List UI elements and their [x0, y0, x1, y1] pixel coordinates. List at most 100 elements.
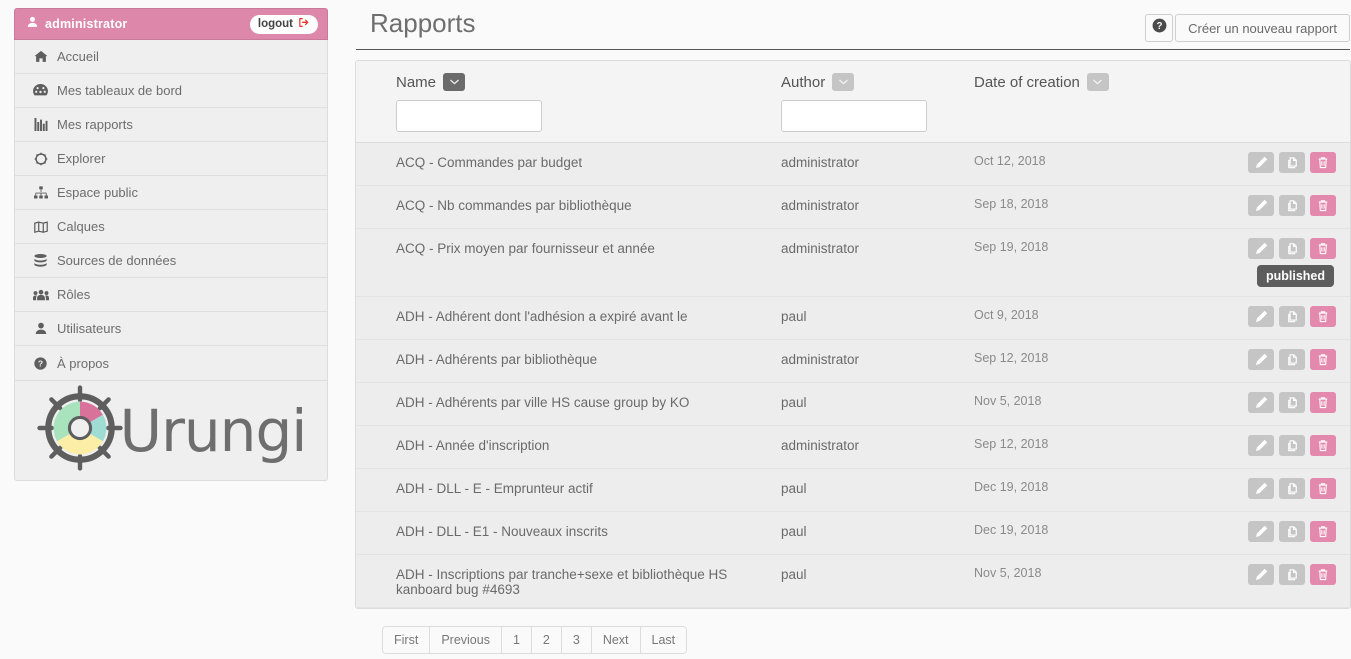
copy-icon: [1286, 156, 1299, 169]
sidebar-item-roles[interactable]: Rôles: [15, 278, 327, 312]
sort-button-name[interactable]: [443, 73, 466, 91]
pagination-page-2[interactable]: 2: [531, 627, 562, 653]
sidebar: administrator logout Accueil Mes tableau…: [14, 8, 328, 481]
edit-button[interactable]: [1248, 306, 1274, 327]
sidebar-item-label: Calques: [57, 219, 105, 234]
delete-button[interactable]: [1310, 152, 1336, 173]
trash-icon: [1317, 353, 1329, 366]
row-actions: [1248, 152, 1336, 173]
duplicate-button[interactable]: [1279, 238, 1305, 259]
cell-date-of-creation: Nov 5, 2018: [974, 394, 1042, 408]
table-row[interactable]: ADH - DLL - E - Emprunteur actif paul Dec …: [356, 469, 1350, 512]
cell-date-of-creation: Dec 19, 2018: [974, 480, 1049, 494]
logo-text: Urungi: [119, 396, 308, 465]
edit-button[interactable]: [1248, 349, 1274, 370]
table-row[interactable]: ACQ - Nb commandes par bibliothèque admin…: [356, 186, 1350, 229]
delete-button[interactable]: [1310, 435, 1336, 456]
sidebar-item-espace-public[interactable]: Espace public: [15, 176, 327, 210]
sidebar-item-label: Sources de données: [57, 253, 177, 268]
main-content: Rapports ? Créer un nouveau rapport Name: [355, 0, 1351, 659]
sidebar-item-utilisateurs[interactable]: Utilisateurs: [15, 312, 327, 346]
pagination-next[interactable]: Next: [591, 627, 641, 653]
edit-button[interactable]: [1248, 435, 1274, 456]
table-row[interactable]: ADH - Adhérents par ville HS cause group…: [356, 383, 1350, 426]
logout-button[interactable]: logout: [249, 14, 318, 34]
sidebar-item-accueil[interactable]: Accueil: [15, 40, 327, 74]
pagination-last[interactable]: Last: [640, 627, 687, 653]
edit-button[interactable]: [1248, 521, 1274, 542]
table-row[interactable]: ADH - Adhérents par bibliothèque administ…: [356, 340, 1350, 383]
pencil-icon: [1255, 482, 1268, 495]
column-label-date-of-creation: Date of creation: [974, 73, 1080, 91]
duplicate-button[interactable]: [1279, 152, 1305, 173]
table-row[interactable]: ACQ - Commandes par budget administrator O…: [356, 143, 1350, 186]
delete-button[interactable]: [1310, 521, 1336, 542]
trash-icon: [1317, 199, 1329, 212]
sort-button-author[interactable]: [832, 73, 855, 91]
duplicate-button[interactable]: [1279, 306, 1305, 327]
database-icon: [32, 253, 49, 268]
cell-report-name[interactable]: ADH - Inscriptions par tranche+sexe et b…: [396, 567, 756, 597]
question-circle-icon: ?: [1152, 18, 1167, 38]
sidebar-item-sources-de-donnees[interactable]: Sources de données: [15, 244, 327, 278]
delete-button[interactable]: [1310, 392, 1336, 413]
delete-button[interactable]: [1310, 306, 1336, 327]
edit-button[interactable]: [1248, 392, 1274, 413]
trash-icon: [1317, 310, 1329, 323]
sidebar-item-mes-tableaux-de-bord[interactable]: Mes tableaux de bord: [15, 74, 327, 108]
edit-button[interactable]: [1248, 238, 1274, 259]
create-report-button[interactable]: Créer un nouveau rapport: [1175, 14, 1350, 42]
table-row[interactable]: ADH - Année d'inscription administrator Se…: [356, 426, 1350, 469]
dashboard-icon: [32, 84, 49, 97]
sidebar-item-calques[interactable]: Calques: [15, 210, 327, 244]
duplicate-button[interactable]: [1279, 195, 1305, 216]
pagination-page-1[interactable]: 1: [501, 627, 532, 653]
pagination-first[interactable]: First: [383, 627, 431, 653]
delete-button[interactable]: [1310, 238, 1336, 259]
edit-button[interactable]: [1248, 478, 1274, 499]
cell-report-name[interactable]: ADH - Adhérents par bibliothèque: [396, 352, 756, 367]
copy-icon: [1286, 242, 1299, 255]
table-row[interactable]: ACQ - Prix moyen par fournisseur et anné…: [356, 229, 1350, 297]
sort-button-date-of-creation[interactable]: [1086, 73, 1109, 91]
delete-button[interactable]: [1310, 349, 1336, 370]
cell-report-name[interactable]: ACQ - Prix moyen par fournisseur et anné…: [396, 241, 756, 256]
duplicate-button[interactable]: [1279, 521, 1305, 542]
cell-author: paul: [781, 481, 807, 496]
cell-report-name[interactable]: ADH - Adhérents par ville HS cause group…: [396, 395, 756, 410]
edit-button[interactable]: [1248, 564, 1274, 585]
pagination-page-3[interactable]: 3: [561, 627, 592, 653]
delete-button[interactable]: [1310, 478, 1336, 499]
sidebar-item-a-propos[interactable]: ? À propos: [15, 346, 327, 380]
duplicate-button[interactable]: [1279, 435, 1305, 456]
delete-button[interactable]: [1310, 195, 1336, 216]
edit-button[interactable]: [1248, 152, 1274, 173]
cell-report-name[interactable]: ADH - DLL - E - Emprunteur actif: [396, 481, 756, 496]
table-row[interactable]: ADH - DLL - E1 - Nouveaux inscrits paul De…: [356, 512, 1350, 555]
cell-report-name[interactable]: ADH - Année d'inscription: [396, 438, 756, 453]
edit-button[interactable]: [1248, 195, 1274, 216]
author-filter-input[interactable]: [781, 100, 927, 132]
duplicate-button[interactable]: [1279, 349, 1305, 370]
table-row[interactable]: ADH - Adhérent dont l'adhésion a expiré …: [356, 297, 1350, 340]
duplicate-button[interactable]: [1279, 478, 1305, 499]
header-actions: ? Créer un nouveau rapport: [1145, 9, 1350, 42]
cell-report-name[interactable]: ADH - DLL - E1 - Nouveaux inscrits: [396, 524, 756, 539]
cell-report-name[interactable]: ADH - Adhérent dont l'adhésion a expiré …: [396, 309, 756, 324]
cell-author: paul: [781, 395, 807, 410]
sidebar-item-explorer[interactable]: Explorer: [15, 142, 327, 176]
cell-report-name[interactable]: ACQ - Commandes par budget: [396, 155, 756, 170]
name-filter-input[interactable]: [396, 100, 542, 132]
pagination-previous[interactable]: Previous: [430, 627, 502, 653]
cell-report-name[interactable]: ACQ - Nb commandes par bibliothèque: [396, 198, 756, 213]
duplicate-button[interactable]: [1279, 564, 1305, 585]
delete-button[interactable]: [1310, 564, 1336, 585]
duplicate-button[interactable]: [1279, 392, 1305, 413]
sidebar-item-mes-rapports[interactable]: Mes rapports: [15, 108, 327, 142]
help-button[interactable]: ?: [1145, 14, 1174, 42]
sitemap-icon: [32, 186, 49, 199]
pencil-icon: [1255, 156, 1268, 169]
cell-author: administrator: [781, 352, 860, 367]
table-row[interactable]: ADH - Inscriptions par tranche+sexe et b…: [356, 555, 1350, 608]
reports-table-panel: Name Author Date of creation ACQ - Comma…: [355, 60, 1351, 609]
